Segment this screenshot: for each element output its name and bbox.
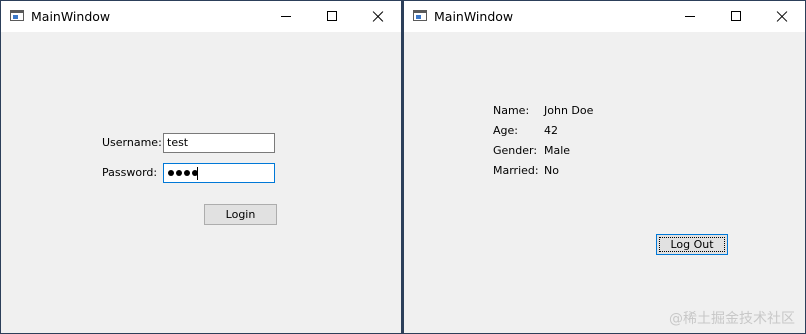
watermark-text: @稀土掘金技术社区: [669, 311, 795, 327]
maximize-button[interactable]: [713, 1, 759, 32]
maximize-button[interactable]: [309, 1, 355, 32]
username-value: test: [167, 136, 189, 149]
username-label: Username:: [102, 136, 162, 149]
username-input[interactable]: test: [163, 133, 275, 153]
minimize-button[interactable]: [667, 1, 713, 32]
password-mask: [168, 170, 198, 176]
close-button[interactable]: [355, 1, 401, 32]
text-caret: [197, 167, 198, 180]
minimize-icon: [685, 16, 695, 17]
app-window-icon: [413, 10, 427, 21]
married-value: No: [544, 164, 559, 177]
age-value: 42: [544, 124, 558, 137]
window-title: MainWindow: [31, 9, 111, 24]
login-button[interactable]: Login: [204, 204, 277, 225]
close-icon: [372, 10, 384, 22]
app-window-icon: [10, 10, 24, 21]
logout-button[interactable]: Log Out: [656, 234, 728, 255]
maximize-icon: [731, 11, 741, 21]
close-icon: [776, 10, 788, 22]
password-label: Password:: [102, 166, 158, 179]
maximize-icon: [327, 11, 337, 21]
gender-label: Gender:: [493, 144, 538, 157]
title-bar[interactable]: MainWindow: [404, 1, 805, 32]
password-input[interactable]: [163, 163, 275, 183]
password-dot: [168, 170, 174, 176]
login-window: MainWindow Username: test Password: Logi…: [1, 1, 401, 333]
password-dot: [184, 170, 190, 176]
password-dot: [176, 170, 182, 176]
minimize-icon: [281, 16, 291, 17]
gender-value: Male: [544, 144, 571, 157]
age-label: Age:: [493, 124, 518, 137]
close-button[interactable]: [759, 1, 805, 32]
name-label: Name:: [493, 104, 530, 117]
minimize-button[interactable]: [263, 1, 309, 32]
name-value: John Doe: [544, 104, 594, 117]
married-label: Married:: [493, 164, 539, 177]
title-bar[interactable]: MainWindow: [1, 1, 401, 32]
window-title: MainWindow: [434, 9, 514, 24]
profile-window: MainWindow Name: John Doe Age: 42 Gender…: [404, 1, 805, 333]
